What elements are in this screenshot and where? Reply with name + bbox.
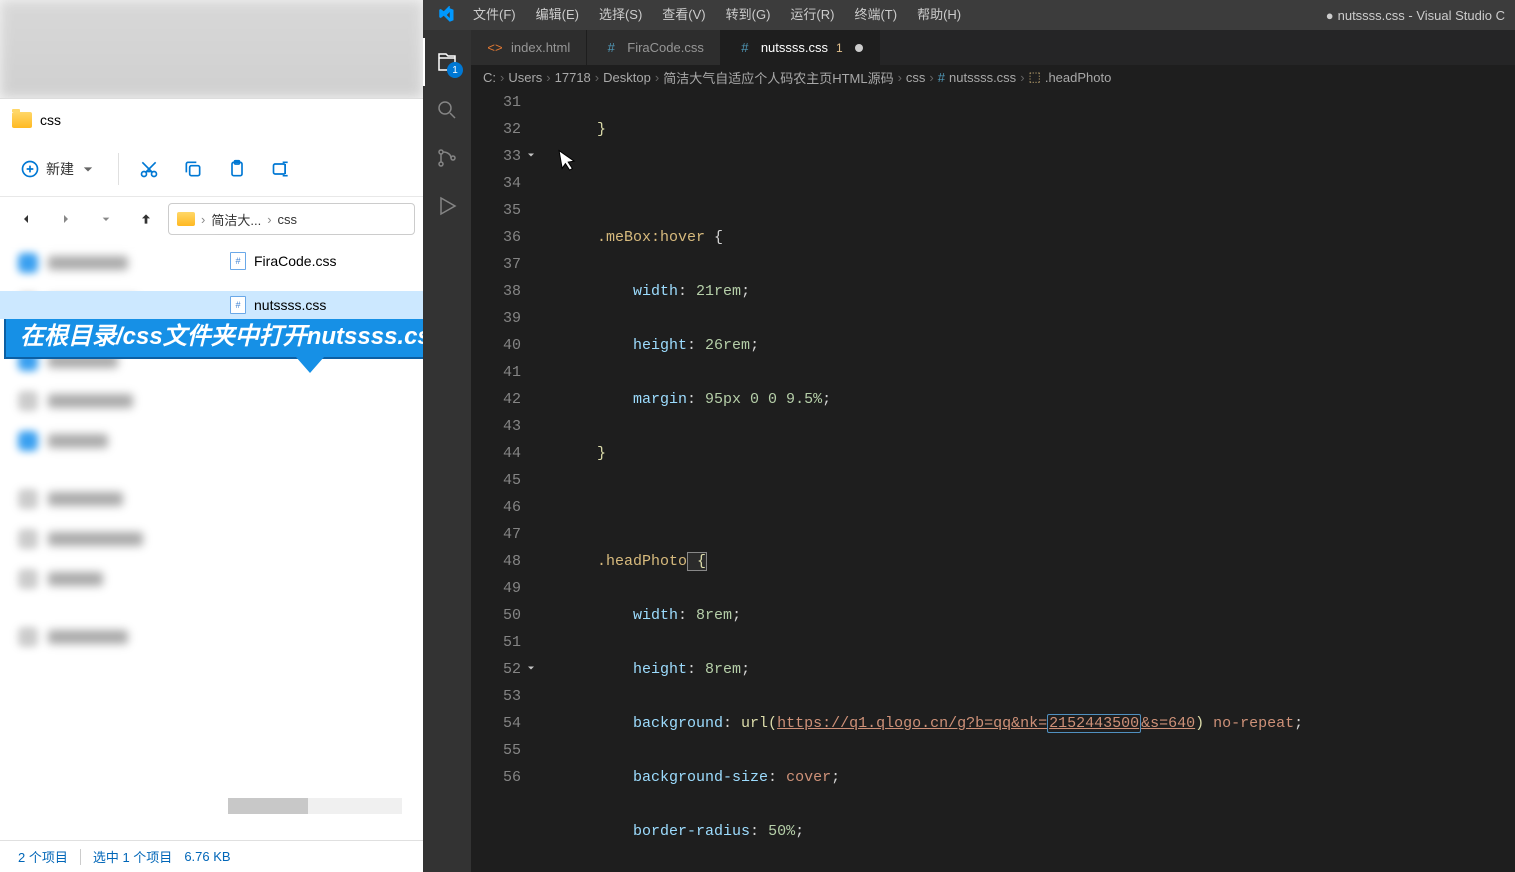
menu-goto[interactable]: 转到(G) [716, 0, 781, 30]
horizontal-scrollbar[interactable] [228, 798, 402, 814]
explorer-titlebar: css [0, 99, 423, 141]
vscode-window: 文件(F) 编辑(E) 选择(S) 查看(V) 转到(G) 运行(R) 终端(T… [423, 0, 1515, 872]
menu-view[interactable]: 查看(V) [652, 0, 715, 30]
folder-icon [12, 112, 32, 128]
menu-run[interactable]: 运行(R) [780, 0, 844, 30]
separator [80, 849, 81, 865]
up-button[interactable] [128, 201, 164, 237]
file-name: nutssss.css [254, 297, 326, 313]
activity-search[interactable] [423, 86, 471, 134]
menu-help[interactable]: 帮助(H) [907, 0, 971, 30]
tab-label: nutssss.css [761, 40, 828, 55]
html-file-icon: <> [487, 40, 503, 56]
folder-icon [177, 212, 195, 226]
css-file-icon: # [603, 40, 619, 56]
breadcrumb-item[interactable]: 17718 [555, 70, 591, 85]
selection-size: 6.76 KB [184, 849, 230, 864]
forward-button[interactable] [48, 201, 84, 237]
activity-bar: 1 [423, 30, 471, 872]
selection-count: 选中 1 个项目 [93, 847, 172, 866]
chevron-icon: › [267, 212, 271, 227]
cut-button[interactable] [127, 153, 171, 185]
breadcrumbs[interactable]: C:› Users› 17718› Desktop› 简洁大气自适应个人码农主页… [471, 65, 1515, 89]
css-file-icon: # [938, 70, 945, 85]
breadcrumb-item[interactable]: css [278, 212, 298, 227]
tab-firacode-css[interactable]: # FiraCode.css [587, 30, 721, 65]
item-count: 2 个项目 [18, 847, 68, 866]
menu-terminal[interactable]: 终端(T) [844, 0, 907, 30]
tab-badge: 1 [836, 41, 843, 55]
css-selector-icon: ⬚ [1029, 69, 1041, 85]
tab-nutssss-css[interactable]: # nutssss.css 1 [721, 30, 880, 65]
badge: 1 [447, 62, 463, 78]
file-explorer-window: css 新建 › 简洁大... › css [0, 98, 423, 872]
breadcrumb-item[interactable]: Users [508, 70, 542, 85]
window-title: ●nutssss.css - Visual Studio C [971, 8, 1515, 23]
status-bar: 2 个项目 选中 1 个项目 6.76 KB [0, 840, 423, 872]
code-editor[interactable]: 31 32 33 34 35 36 37 38 39 40 41 42 43 4… [471, 89, 1515, 872]
explorer-title: css [40, 112, 61, 128]
menu-select[interactable]: 选择(S) [589, 0, 652, 30]
breadcrumb-item[interactable]: C: [483, 70, 496, 85]
activity-explorer[interactable]: 1 [423, 38, 471, 86]
breadcrumb-item[interactable]: 简洁大气自适应个人码农主页HTML源码 [663, 68, 893, 87]
css-file-icon [230, 252, 246, 270]
vscode-logo-icon [437, 6, 455, 24]
address-bar[interactable]: › 简洁大... › css [168, 203, 415, 235]
menu-file[interactable]: 文件(F) [463, 0, 526, 30]
menu-edit[interactable]: 编辑(E) [526, 0, 589, 30]
file-name: FiraCode.css [254, 253, 336, 269]
recent-dropdown[interactable] [88, 201, 124, 237]
activity-debug[interactable] [423, 182, 471, 230]
back-button[interactable] [8, 201, 44, 237]
tab-index-html[interactable]: <> index.html [471, 30, 587, 65]
explorer-toolbar: 新建 [0, 141, 423, 197]
activity-scm[interactable] [423, 134, 471, 182]
tab-label: index.html [511, 40, 570, 55]
code-content[interactable]: } .meBox:hover { width: 21rem; height: 2… [541, 89, 1515, 872]
breadcrumb-item[interactable]: .headPhoto [1045, 70, 1112, 85]
paste-button[interactable] [215, 153, 259, 185]
copy-button[interactable] [171, 153, 215, 185]
separator [118, 153, 119, 185]
titlebar: 文件(F) 编辑(E) 选择(S) 查看(V) 转到(G) 运行(R) 终端(T… [423, 0, 1515, 30]
editor-area: <> index.html # FiraCode.css # nutssss.c… [471, 30, 1515, 872]
explorer-nav: › 简洁大... › css [0, 197, 423, 241]
breadcrumb-item[interactable]: css [906, 70, 926, 85]
css-file-icon: # [737, 40, 753, 56]
breadcrumb-item[interactable]: nutssss.css [949, 70, 1016, 85]
line-numbers: 31 32 33 34 35 36 37 38 39 40 41 42 43 4… [471, 89, 541, 872]
css-file-icon [230, 296, 246, 314]
new-button-label: 新建 [46, 159, 74, 179]
breadcrumb-item[interactable]: Desktop [603, 70, 651, 85]
file-row[interactable]: nutssss.css [0, 291, 423, 319]
modified-dot-icon [855, 44, 863, 52]
tab-label: FiraCode.css [627, 40, 704, 55]
editor-tabs: <> index.html # FiraCode.css # nutssss.c… [471, 30, 1515, 65]
file-row[interactable]: FiraCode.css [0, 247, 423, 275]
chevron-icon: › [201, 212, 205, 227]
rename-button[interactable] [259, 153, 303, 185]
qq-number-highlight: 2152443500 [1047, 714, 1141, 733]
breadcrumb-item[interactable]: 简洁大... [211, 210, 261, 229]
new-button[interactable]: 新建 [8, 153, 110, 185]
file-list: FiraCode.css nutssss.css [0, 241, 423, 325]
